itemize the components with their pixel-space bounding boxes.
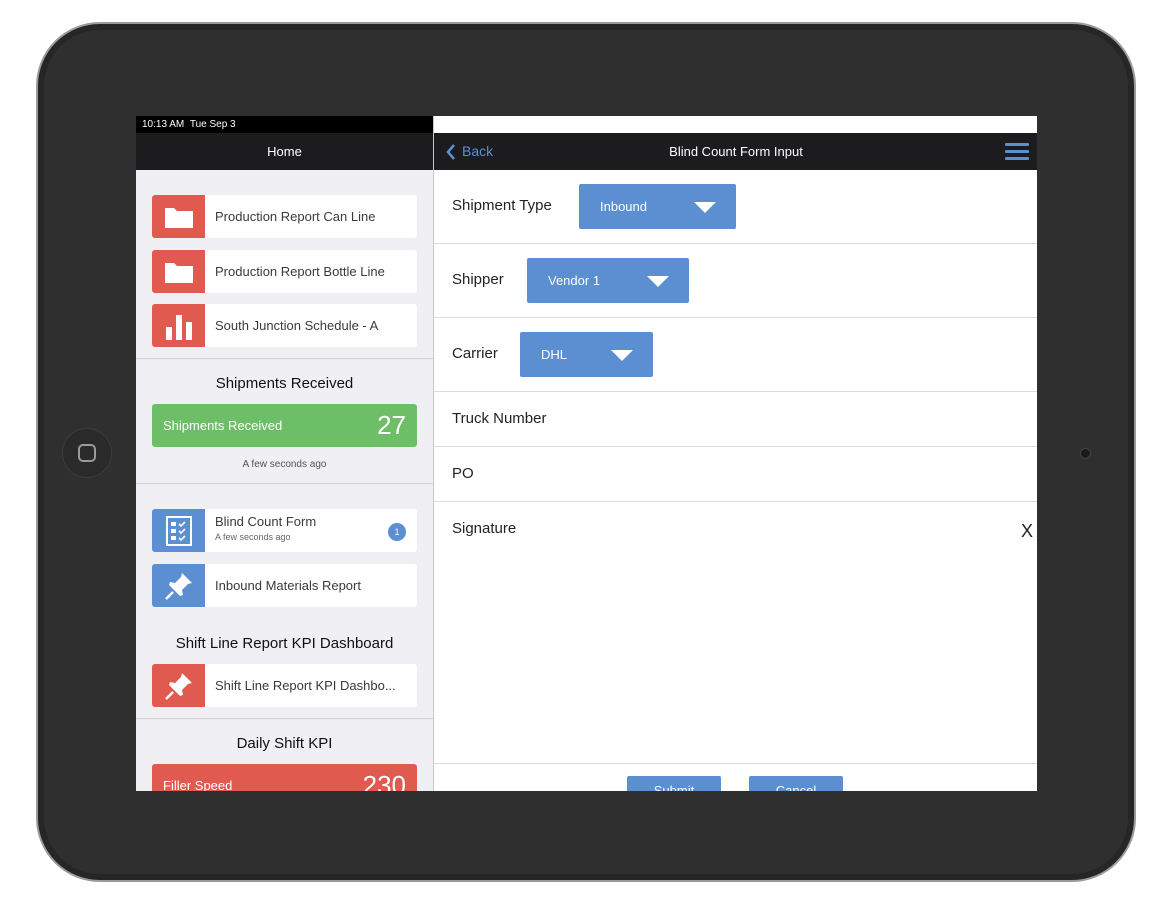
tile-sublabel: A few seconds ago (215, 532, 291, 542)
form-panel: Back Blind Count Form Input Shipment Typ… (433, 133, 1037, 791)
tile-production-report-bottle-line[interactable]: Production Report Bottle Line (152, 250, 417, 293)
home-sidebar: Home Production Report Can Line Producti… (136, 133, 433, 791)
tile-production-report-can-line[interactable]: Production Report Can Line (152, 195, 417, 238)
field-label: Signature (452, 520, 517, 537)
field-po[interactable]: PO (434, 447, 1037, 502)
screen: 10:13 AM Tue Sep 3 ◠ ▭ ➤ 8% ⚡ Home Produ… (136, 116, 1037, 791)
field-signature[interactable]: Signature (434, 502, 1037, 762)
submit-button[interactable]: Submit (627, 776, 721, 791)
section-title-shift-line: Shift Line Report KPI Dashboard (175, 635, 394, 652)
dropdown-arrow-icon (647, 276, 669, 287)
status-time: 10:13 AM Tue Sep 3 (142, 119, 236, 130)
tile-label: Production Report Bottle Line (215, 264, 385, 279)
folder-icon (152, 195, 205, 238)
dropdown-value: DHL (541, 347, 568, 362)
dropdown-arrow-icon (694, 202, 716, 213)
cancel-button[interactable]: Cancel (749, 776, 843, 791)
kpi-filler-speed[interactable]: Filler Speed 230 (152, 764, 417, 791)
section-title-shipments: Shipments Received (215, 375, 354, 392)
menu-icon[interactable] (1005, 143, 1029, 161)
home-button[interactable] (62, 428, 112, 478)
notification-badge: 1 (388, 523, 406, 541)
clear-signature-button[interactable]: X (1021, 521, 1033, 542)
sidebar-title: Home (136, 133, 433, 170)
field-shipper: Shipper Vendor 1 (434, 244, 1037, 318)
field-label: Shipper (452, 271, 504, 288)
carrier-dropdown[interactable]: DHL (520, 332, 653, 377)
tile-label: South Junction Schedule - A (215, 318, 379, 333)
field-truck-number[interactable]: Truck Number (434, 392, 1037, 447)
kpi-shipments-received[interactable]: Shipments Received 27 (152, 404, 417, 447)
form-title: Blind Count Form Input (669, 144, 803, 159)
status-bar: 10:13 AM Tue Sep 3 ◠ ▭ ➤ 8% ⚡ (136, 116, 1037, 774)
dropdown-value: Vendor 1 (548, 273, 601, 288)
tile-label: Inbound Materials Report (215, 578, 361, 593)
kpi-label: Filler Speed (163, 778, 233, 791)
field-label: Truck Number (452, 410, 547, 427)
tile-label: Production Report Can Line (215, 209, 376, 224)
divider (136, 483, 433, 484)
checklist-icon (152, 509, 205, 552)
field-label: PO (452, 465, 474, 482)
field-shipment-type: Shipment Type Inbound (434, 170, 1037, 244)
shipment-type-dropdown[interactable]: Inbound (579, 184, 736, 229)
home-button-icon (78, 444, 96, 462)
form-footer: Submit Cancel (434, 763, 1037, 791)
kpi-label: Shipments Received (163, 418, 283, 433)
tile-label: Shift Line Report KPI Dashbo... (215, 678, 396, 693)
shipper-dropdown[interactable]: Vendor 1 (527, 258, 689, 303)
kpi-value: 230 (362, 770, 406, 791)
tile-inbound-materials-report[interactable]: Inbound Materials Report (152, 564, 417, 607)
section-title-daily-shift: Daily Shift KPI (236, 735, 333, 752)
bar-chart-icon (152, 304, 205, 347)
pin-icon (152, 664, 205, 707)
field-carrier: Carrier DHL (434, 318, 1037, 392)
tile-label: Blind Count Form (215, 514, 317, 529)
dropdown-arrow-icon (611, 350, 633, 361)
tile-south-junction-schedule[interactable]: South Junction Schedule - A (152, 304, 417, 347)
kpi-updated-time: A few seconds ago (242, 459, 327, 470)
divider (136, 718, 433, 719)
kpi-value: 27 (377, 410, 406, 440)
folder-icon (152, 250, 205, 293)
field-label: Carrier (452, 345, 498, 362)
dropdown-value: Inbound (600, 199, 647, 214)
form-header: Back Blind Count Form Input (434, 133, 1037, 170)
tile-shift-line-report[interactable]: Shift Line Report KPI Dashbo... (152, 664, 417, 707)
front-camera (1080, 448, 1091, 459)
divider (136, 358, 433, 359)
field-label: Shipment Type (452, 197, 552, 214)
pin-icon (152, 564, 205, 607)
tile-blind-count-form[interactable]: Blind Count Form A few seconds ago 1 (152, 509, 417, 552)
